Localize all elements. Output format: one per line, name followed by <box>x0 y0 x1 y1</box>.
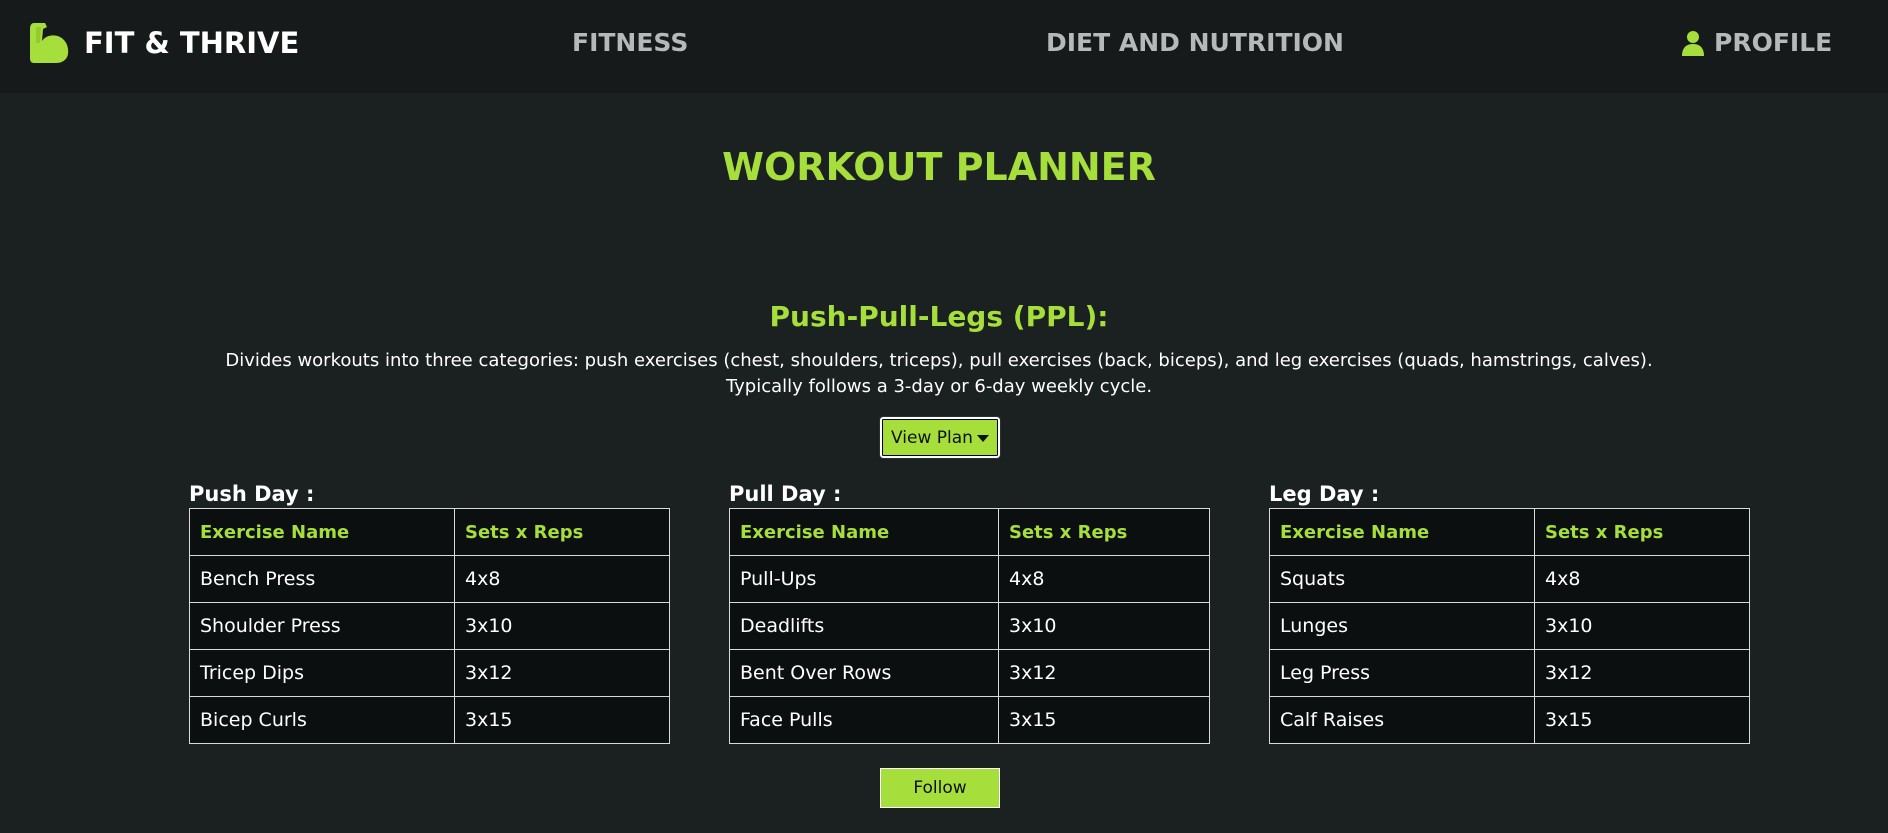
nav-link-diet-and-nutrition[interactable]: DIET AND NUTRITION <box>1046 28 1344 57</box>
column-header: Sets x Reps <box>454 508 670 556</box>
exercise-name-cell: Pull-Ups <box>729 555 999 603</box>
table-row: Shoulder Press 3x10 <box>189 602 670 650</box>
sets-reps-cell: 3x15 <box>998 696 1210 744</box>
page-title: WORKOUT PLANNER <box>722 145 1156 189</box>
push-day-table: Exercise Name Sets x Reps Bench Press 4x… <box>189 508 670 744</box>
exercise-name-cell: Bench Press <box>189 555 455 603</box>
exercise-name-cell: Deadlifts <box>729 602 999 650</box>
table-row: Bicep Curls 3x15 <box>189 696 670 744</box>
nav-link-fitness[interactable]: FITNESS <box>572 28 688 57</box>
sets-reps-cell: 3x12 <box>1534 649 1750 697</box>
table-header-row: Exercise Name Sets x Reps <box>1269 508 1750 556</box>
sets-reps-cell: 3x15 <box>1534 696 1750 744</box>
table-row: Leg Press 3x12 <box>1269 649 1750 697</box>
sets-reps-cell: 3x12 <box>998 649 1210 697</box>
table-row: Tricep Dips 3x12 <box>189 649 670 697</box>
user-icon <box>1682 30 1704 56</box>
table-header-row: Exercise Name Sets x Reps <box>189 508 670 556</box>
push-day-section: Push Day : Exercise Name Sets x Reps Ben… <box>189 480 670 744</box>
exercise-name-cell: Leg Press <box>1269 649 1535 697</box>
caret-down-icon <box>976 435 989 442</box>
exercise-name-cell: Face Pulls <box>729 696 999 744</box>
plan-heading: Push-Pull-Legs (PPL): <box>769 300 1109 333</box>
exercise-name-cell: Bent Over Rows <box>729 649 999 697</box>
exercise-name-cell: Lunges <box>1269 602 1535 650</box>
table-header-row: Exercise Name Sets x Reps <box>729 508 1210 556</box>
table-row: Calf Raises 3x15 <box>1269 696 1750 744</box>
exercise-name-cell: Calf Raises <box>1269 696 1535 744</box>
table-row: Face Pulls 3x15 <box>729 696 1210 744</box>
flexed-arm-icon <box>28 21 72 65</box>
sets-reps-cell: 3x10 <box>1534 602 1750 650</box>
day-title: Leg Day : <box>1269 482 1380 506</box>
top-navbar: FIT & THRIVE FITNESS DIET AND NUTRITION … <box>0 0 1888 93</box>
sets-reps-cell: 4x8 <box>454 555 670 603</box>
column-header: Exercise Name <box>1269 508 1535 556</box>
sets-reps-cell: 3x10 <box>998 602 1210 650</box>
table-row: Pull-Ups 4x8 <box>729 555 1210 603</box>
sets-reps-cell: 3x10 <box>454 602 670 650</box>
plan-description-line: Typically follows a 3-day or 6-day weekl… <box>725 376 1153 397</box>
brand[interactable]: FIT & THRIVE <box>28 12 299 74</box>
nav-profile-label: PROFILE <box>1714 28 1833 57</box>
day-title: Pull Day : <box>729 482 842 506</box>
sets-reps-cell: 3x15 <box>454 696 670 744</box>
leg-day-table: Exercise Name Sets x Reps Squats 4x8 Lun… <box>1269 508 1750 744</box>
exercise-name-cell: Squats <box>1269 555 1535 603</box>
nav-link-profile[interactable]: PROFILE <box>1682 28 1832 57</box>
table-row: Lunges 3x10 <box>1269 602 1750 650</box>
sets-reps-cell: 4x8 <box>998 555 1210 603</box>
plan-description-line: Divides workouts into three categories: … <box>225 350 1653 371</box>
table-row: Deadlifts 3x10 <box>729 602 1210 650</box>
day-title: Push Day : <box>189 482 315 506</box>
pull-day-table: Exercise Name Sets x Reps Pull-Ups 4x8 D… <box>729 508 1210 744</box>
table-row: Bench Press 4x8 <box>189 555 670 603</box>
view-plan-label: View Plan <box>891 427 973 448</box>
pull-day-section: Pull Day : Exercise Name Sets x Reps Pul… <box>729 480 1210 744</box>
column-header: Exercise Name <box>729 508 999 556</box>
leg-day-section: Leg Day : Exercise Name Sets x Reps Squa… <box>1269 480 1750 744</box>
follow-button[interactable]: Follow <box>880 768 1000 808</box>
column-header: Sets x Reps <box>998 508 1210 556</box>
table-row: Bent Over Rows 3x12 <box>729 649 1210 697</box>
table-row: Squats 4x8 <box>1269 555 1750 603</box>
view-plan-button[interactable]: View Plan <box>879 416 1001 459</box>
plan-description: Divides workouts into three categories: … <box>194 348 1684 400</box>
exercise-name-cell: Tricep Dips <box>189 649 455 697</box>
brand-name: FIT & THRIVE <box>84 26 300 60</box>
sets-reps-cell: 3x12 <box>454 649 670 697</box>
exercise-name-cell: Shoulder Press <box>189 602 455 650</box>
sets-reps-cell: 4x8 <box>1534 555 1750 603</box>
column-header: Sets x Reps <box>1534 508 1750 556</box>
column-header: Exercise Name <box>189 508 455 556</box>
exercise-name-cell: Bicep Curls <box>189 696 455 744</box>
